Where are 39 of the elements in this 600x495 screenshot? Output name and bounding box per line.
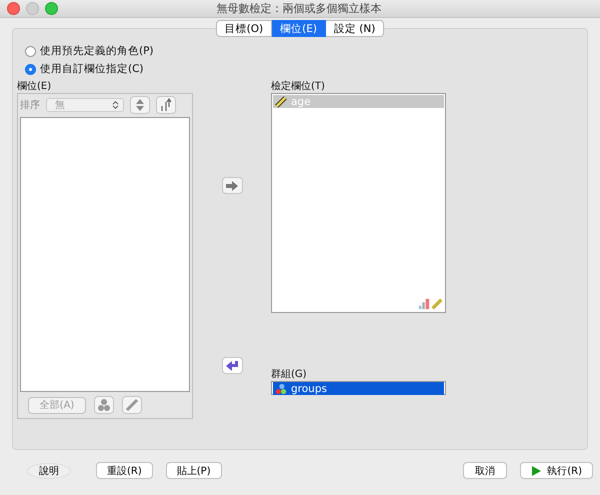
- nominal-filter-button[interactable]: [94, 396, 114, 414]
- dialog-button[interactable]: 重設(R): [96, 462, 153, 479]
- radio-button[interactable]: [25, 64, 36, 74]
- dialog-button[interactable]: 取消: [463, 462, 508, 479]
- field-list[interactable]: [20, 117, 190, 392]
- tab[interactable]: 目標(O): [216, 20, 272, 37]
- groups-label: 群組(G): [271, 368, 308, 381]
- run-button[interactable]: 執行(R): [520, 462, 593, 479]
- window-title: 無母數檢定：兩個或多個獨立樣本: [216, 1, 382, 16]
- right-arrow-icon: [225, 180, 239, 192]
- chevron-icon: [112, 100, 119, 110]
- sort-order-button[interactable]: [130, 96, 150, 114]
- radio-label: 使用預先定義的角色(P): [40, 44, 154, 58]
- tab[interactable]: 設定 (N): [326, 20, 384, 37]
- close-icon[interactable]: [7, 2, 20, 15]
- left-arrow-icon: [225, 360, 239, 372]
- play-icon: [531, 466, 542, 476]
- sort-by-button[interactable]: [156, 96, 176, 114]
- help-button[interactable]: 說明: [27, 462, 71, 478]
- sort-arrows-icon: [134, 98, 146, 112]
- bar-chart-icon: [418, 298, 430, 310]
- dialog-button[interactable]: 貼上(P): [166, 462, 222, 479]
- move-left-button[interactable]: [222, 357, 242, 374]
- sort-label: 排序: [20, 98, 40, 112]
- ruler-icon: [275, 96, 287, 108]
- zoom-icon[interactable]: [45, 2, 58, 15]
- item-label: groups: [291, 382, 327, 394]
- fields-label: 欄位(E): [17, 80, 52, 93]
- ruler-icon: [431, 298, 443, 310]
- radio-label: 使用自訂欄位指定(C): [40, 62, 144, 76]
- nominal-icon: [275, 382, 287, 394]
- test-fields-label: 檢定欄位(T): [271, 80, 326, 93]
- ruler-icon: [125, 398, 139, 412]
- radio-button[interactable]: [25, 46, 36, 56]
- move-right-button[interactable]: [222, 177, 242, 194]
- sort-by-icon: [160, 98, 172, 112]
- nominal-icon: [97, 398, 111, 412]
- tab[interactable]: 欄位(E): [272, 20, 326, 37]
- scale-filter-button[interactable]: [122, 396, 142, 414]
